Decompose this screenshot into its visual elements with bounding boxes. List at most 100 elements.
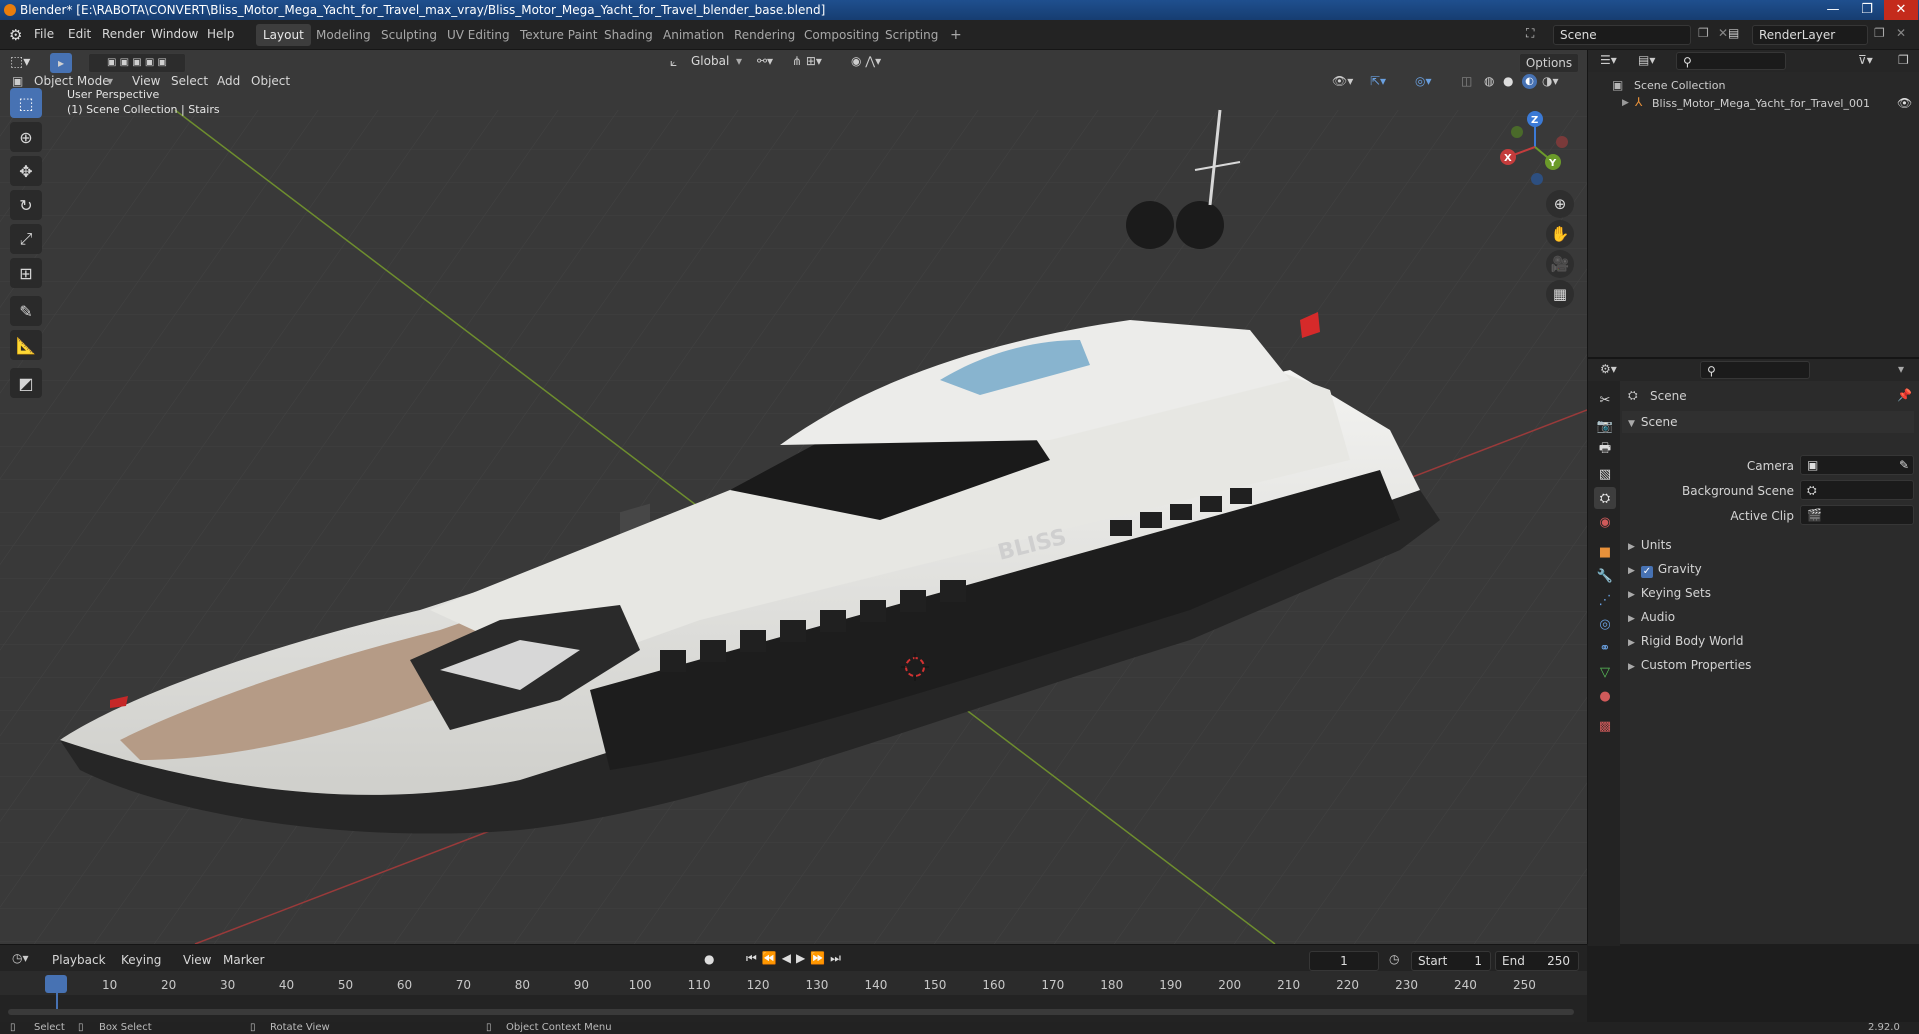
delete-render-layer-icon[interactable]: ✕ xyxy=(1896,26,1906,40)
close-button[interactable]: ✕ xyxy=(1884,0,1918,20)
scene-panel-header[interactable]: ▼ Scene xyxy=(1622,411,1914,433)
tab-sculpting[interactable]: Sculpting xyxy=(374,24,444,46)
render-tab-icon[interactable]: 📷 xyxy=(1594,415,1616,437)
end-frame-field[interactable]: End 250 xyxy=(1495,951,1579,971)
outliner-search-input[interactable]: ⚲ xyxy=(1676,52,1786,70)
cursor-tool[interactable]: ⊕ xyxy=(10,122,42,152)
select-box-tool[interactable]: ⬚ xyxy=(10,88,42,118)
timeline-editor-icon[interactable]: ◷▾ xyxy=(12,951,29,965)
menu-select[interactable]: Select xyxy=(171,74,208,88)
tab-shading[interactable]: Shading xyxy=(597,24,660,46)
properties-editor-icon[interactable]: ⚙▾ xyxy=(1600,362,1617,376)
scene-field[interactable]: Scene xyxy=(1553,25,1691,45)
move-tool[interactable]: ✥ xyxy=(10,156,42,186)
menu-add[interactable]: Add xyxy=(217,74,240,88)
playhead[interactable] xyxy=(45,975,67,993)
transform-orientation-dropdown[interactable]: Global xyxy=(691,54,729,68)
menu-timeline-view[interactable]: View xyxy=(183,953,211,967)
minimize-button[interactable]: — xyxy=(1816,0,1850,20)
3d-viewport[interactable]: BLISS Z X Y ⬚▾ ▸ ▣ ▣ ▣ ▣ ▣ ⟀ Global ▾ ⚯▾… xyxy=(0,50,1587,944)
tab-animation[interactable]: Animation xyxy=(656,24,731,46)
render-layer-icon[interactable]: ▤ xyxy=(1728,26,1739,40)
outliner-root-label[interactable]: Scene Collection xyxy=(1634,79,1725,92)
solid-shading-icon[interactable]: ● xyxy=(1503,74,1513,88)
menu-file[interactable]: File xyxy=(34,27,54,41)
tab-rendering[interactable]: Rendering xyxy=(727,24,802,46)
tab-compositing[interactable]: Compositing xyxy=(797,24,886,46)
data-tab-icon[interactable]: ▽ xyxy=(1594,661,1616,683)
audio-panel-header[interactable]: ▶ Audio xyxy=(1622,606,1914,628)
modifier-tab-icon[interactable]: 🔧 xyxy=(1594,565,1616,587)
rendered-shading-icon[interactable]: ◑▾ xyxy=(1542,74,1559,88)
timeline-scrollbar[interactable] xyxy=(8,1009,1574,1015)
blender-menu-icon[interactable]: ⚙ xyxy=(9,26,22,44)
wireframe-shading-icon[interactable]: ◍ xyxy=(1484,74,1494,88)
filter-icon[interactable]: ⊽▾ xyxy=(1858,53,1873,67)
annotate-tool[interactable]: ✎ xyxy=(10,296,42,326)
overlay-toggle-icon[interactable]: ◎▾ xyxy=(1415,74,1432,88)
pan-hand-icon[interactable]: ✋ xyxy=(1546,220,1574,248)
pin-icon[interactable]: 📌 xyxy=(1897,388,1912,402)
menu-help[interactable]: Help xyxy=(207,27,234,41)
auto-keying-icon[interactable]: ● xyxy=(704,952,714,966)
rotate-tool[interactable]: ↻ xyxy=(10,190,42,220)
menu-view[interactable]: View xyxy=(132,74,160,88)
tab-scripting[interactable]: Scripting xyxy=(878,24,945,46)
texture-tab-icon[interactable]: ▩ xyxy=(1594,715,1616,737)
chevron-down-icon[interactable]: ▾ xyxy=(1898,362,1904,376)
rigid-body-world-panel-header[interactable]: ▶ Rigid Body World xyxy=(1622,630,1914,652)
playback-controls[interactable]: ⏮⏪◀▶⏩⏭ xyxy=(746,951,846,966)
visibility-eye-icon[interactable]: 👁 xyxy=(1897,96,1912,110)
gravity-checkbox[interactable]: ✓ xyxy=(1640,566,1653,578)
background-scene-field[interactable]: ⛭ xyxy=(1800,480,1914,500)
eyedropper-icon[interactable]: ✎ xyxy=(1899,456,1909,474)
pivot-point-icon[interactable]: ⚯▾ xyxy=(757,54,773,68)
view-layer-tab-icon[interactable]: ▧ xyxy=(1594,463,1616,485)
menu-object[interactable]: Object xyxy=(251,74,290,88)
active-clip-field[interactable]: 🎬 xyxy=(1800,505,1914,525)
outliner-editor-icon[interactable]: ☰▾ xyxy=(1600,53,1617,67)
menu-render[interactable]: Render xyxy=(102,27,145,41)
preview-range-icon[interactable]: ◷ xyxy=(1389,952,1399,966)
snap-icon[interactable]: ⋔ ⊞▾ xyxy=(792,54,822,68)
scale-tool[interactable]: ⤢ xyxy=(10,224,42,254)
start-frame-field[interactable]: Start 1 xyxy=(1411,951,1491,971)
editor-type-icon[interactable]: ⬚▾ xyxy=(10,54,30,70)
outliner-item[interactable]: Bliss_Motor_Mega_Yacht_for_Travel_001 xyxy=(1652,97,1870,110)
camera-view-icon[interactable]: 🎥 xyxy=(1546,250,1574,278)
tab-texture-paint[interactable]: Texture Paint xyxy=(513,24,604,46)
menu-edit[interactable]: Edit xyxy=(68,27,91,41)
menu-playback[interactable]: Playback xyxy=(52,953,106,967)
expand-arrow-icon[interactable]: ▶ xyxy=(1622,98,1629,108)
new-collection-icon[interactable]: ❐ xyxy=(1898,53,1909,67)
add-workspace-button[interactable]: + xyxy=(943,24,969,46)
object-tab-icon[interactable]: ■ xyxy=(1594,541,1616,563)
delete-scene-icon[interactable]: ✕ xyxy=(1718,26,1728,40)
proportional-editing-icon[interactable]: ◉ ⋀▾ xyxy=(851,54,881,68)
properties-search-input[interactable]: ⚲ xyxy=(1700,361,1810,379)
custom-properties-panel-header[interactable]: ▶ Custom Properties xyxy=(1622,654,1914,676)
transform-tool[interactable]: ⊞ xyxy=(10,258,42,288)
gravity-panel-header[interactable]: ▶ ✓ Gravity xyxy=(1622,558,1914,580)
orthographic-toggle-icon[interactable]: ▦ xyxy=(1546,280,1574,308)
transform-orientation-icon[interactable]: ⟀ xyxy=(670,55,677,70)
output-tab-icon[interactable]: 🖶 xyxy=(1594,439,1616,461)
units-panel-header[interactable]: ▶ Units xyxy=(1622,534,1914,556)
world-tab-icon[interactable]: ◉ xyxy=(1594,511,1616,533)
display-mode-icon[interactable]: ▤▾ xyxy=(1638,53,1655,67)
zoom-icon[interactable]: ⊕ xyxy=(1546,190,1574,218)
physics-tab-icon[interactable]: ◎ xyxy=(1594,613,1616,635)
particles-tab-icon[interactable]: ⋰ xyxy=(1594,589,1616,611)
selection-modes-group[interactable]: ▣ ▣ ▣ ▣ ▣ xyxy=(88,53,186,73)
add-cube-tool[interactable]: ◩ xyxy=(10,368,42,398)
tab-uv-editing[interactable]: UV Editing xyxy=(440,24,517,46)
scene-selector-icon[interactable]: ⛶ xyxy=(1526,26,1534,41)
material-tab-icon[interactable]: ● xyxy=(1594,685,1616,707)
tab-layout[interactable]: Layout xyxy=(256,24,311,46)
maximize-button[interactable]: ❐ xyxy=(1850,0,1884,20)
menu-marker[interactable]: Marker xyxy=(223,953,264,967)
render-layer-field[interactable]: RenderLayer xyxy=(1752,25,1868,45)
select-box-mode-icon[interactable]: ▸ xyxy=(50,53,72,73)
scene-tab-icon[interactable]: ⛭ xyxy=(1594,487,1616,509)
measure-tool[interactable]: 📐 xyxy=(10,330,42,360)
